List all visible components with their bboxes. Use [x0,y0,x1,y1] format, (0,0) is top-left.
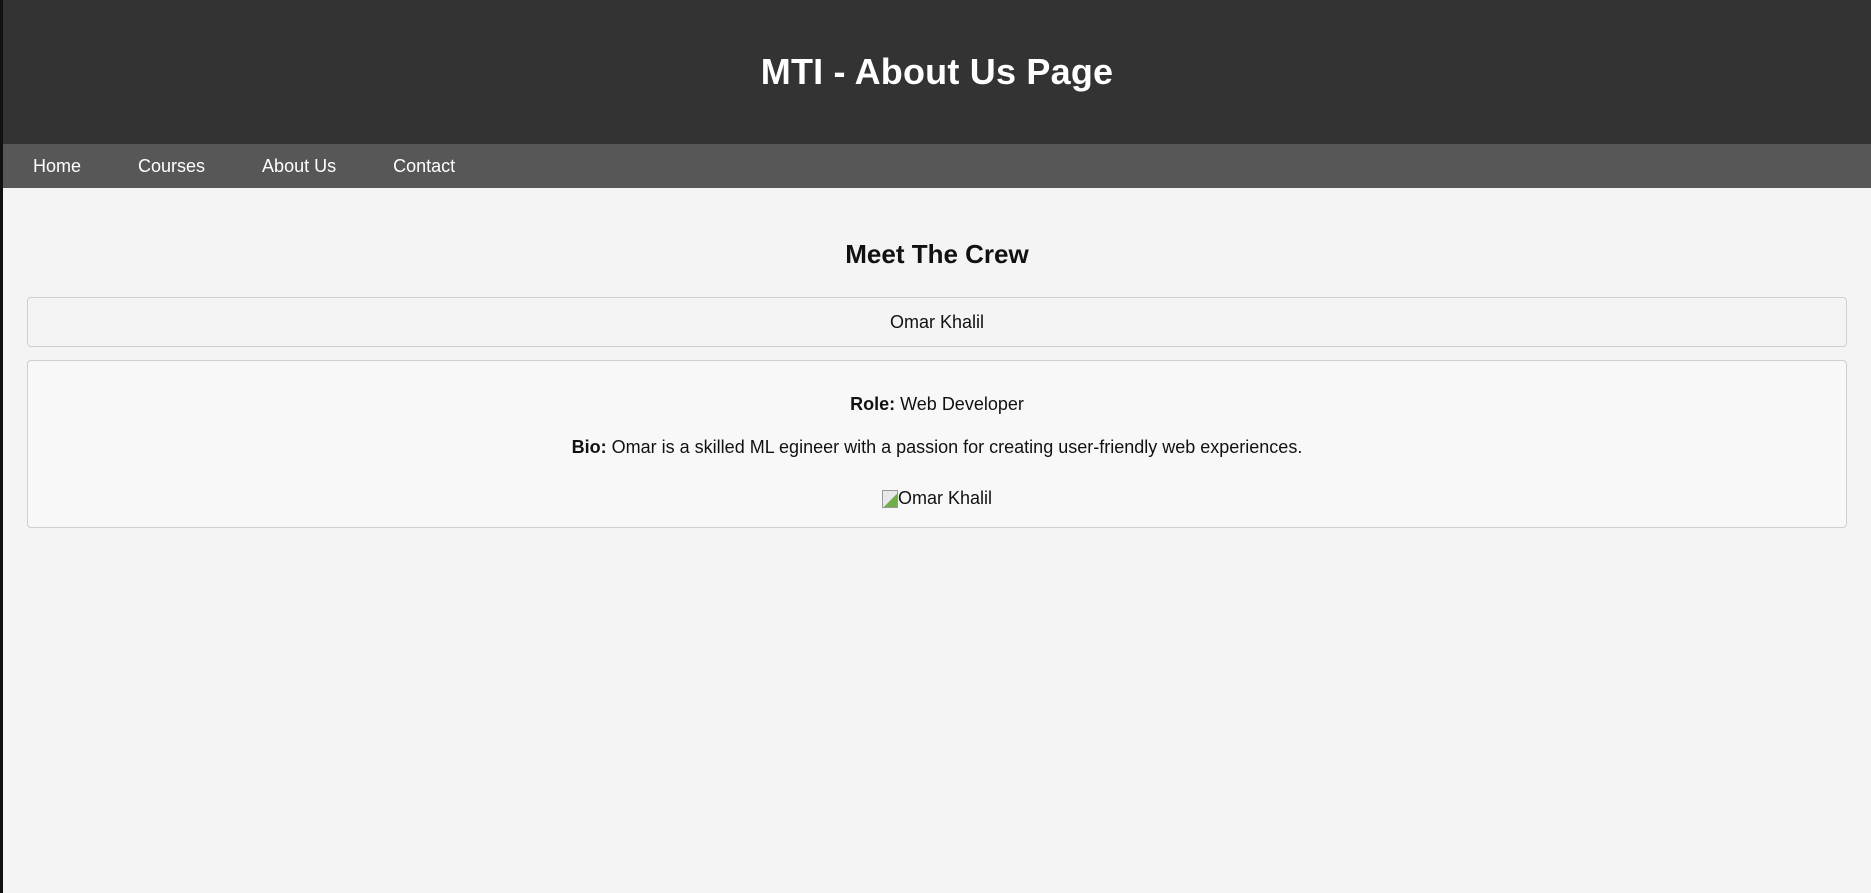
member-details-panel: Role: Web Developer Bio: Omar is a skill… [27,360,1847,528]
bio-value: Omar is a skilled ML egineer with a pass… [606,437,1303,457]
member-photo: Omar Khalil [881,488,993,509]
member-accordion-header[interactable]: Omar Khalil [27,297,1847,347]
nav-link-about-us[interactable]: About Us [262,156,336,177]
member-bio: Bio: Omar is a skilled ML egineer with a… [28,438,1846,456]
role-label: Role: [850,394,896,414]
member-name: Omar Khalil [889,311,985,332]
bio-label: Bio: [571,437,607,457]
nav-link-courses[interactable]: Courses [138,156,205,177]
broken-image-icon [881,489,898,508]
site-header: MTI - About Us Page [3,0,1871,144]
main-content: Meet The Crew Omar Khalil Role: Web Deve… [3,188,1871,528]
role-value: Web Developer [895,394,1024,414]
member-role: Role: Web Developer [28,395,1846,413]
nav-link-contact[interactable]: Contact [393,156,455,177]
member-photo-alt: Omar Khalil [897,488,993,508]
page-title: MTI - About Us Page [760,51,1114,92]
nav-link-home[interactable]: Home [33,156,81,177]
page: MTI - About Us Page Home Courses About U… [0,0,1871,893]
section-title: Meet The Crew [845,239,1029,269]
main-nav: Home Courses About Us Contact [3,144,1871,188]
